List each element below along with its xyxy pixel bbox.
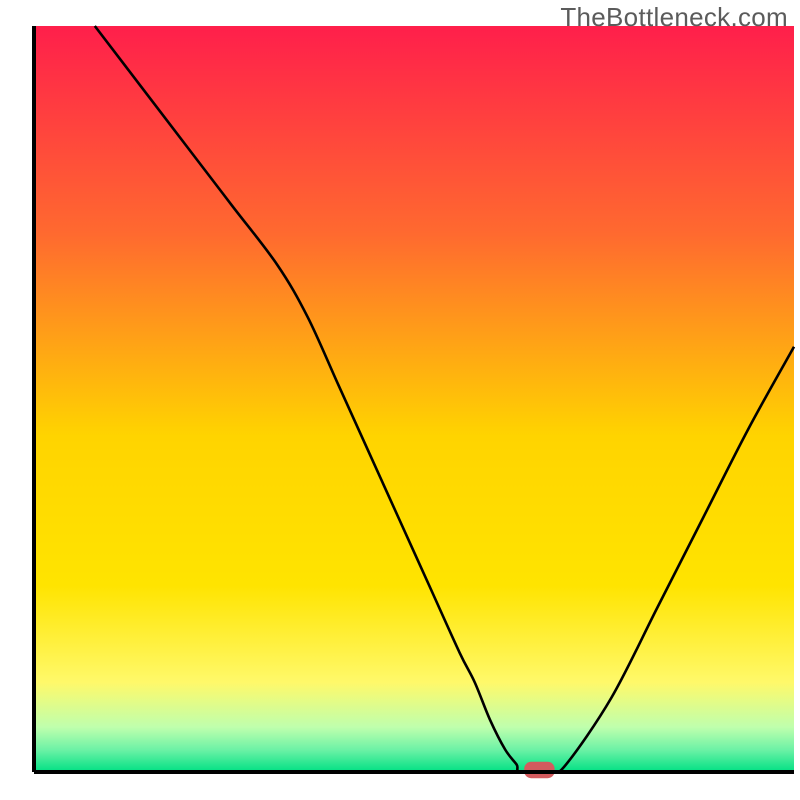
bottleneck-chart-container: TheBottleneck.com [0,0,800,800]
watermark-label: TheBottleneck.com [560,2,788,33]
plot-area [34,26,794,778]
gradient-background [34,26,794,772]
bottleneck-line-chart [0,0,800,800]
